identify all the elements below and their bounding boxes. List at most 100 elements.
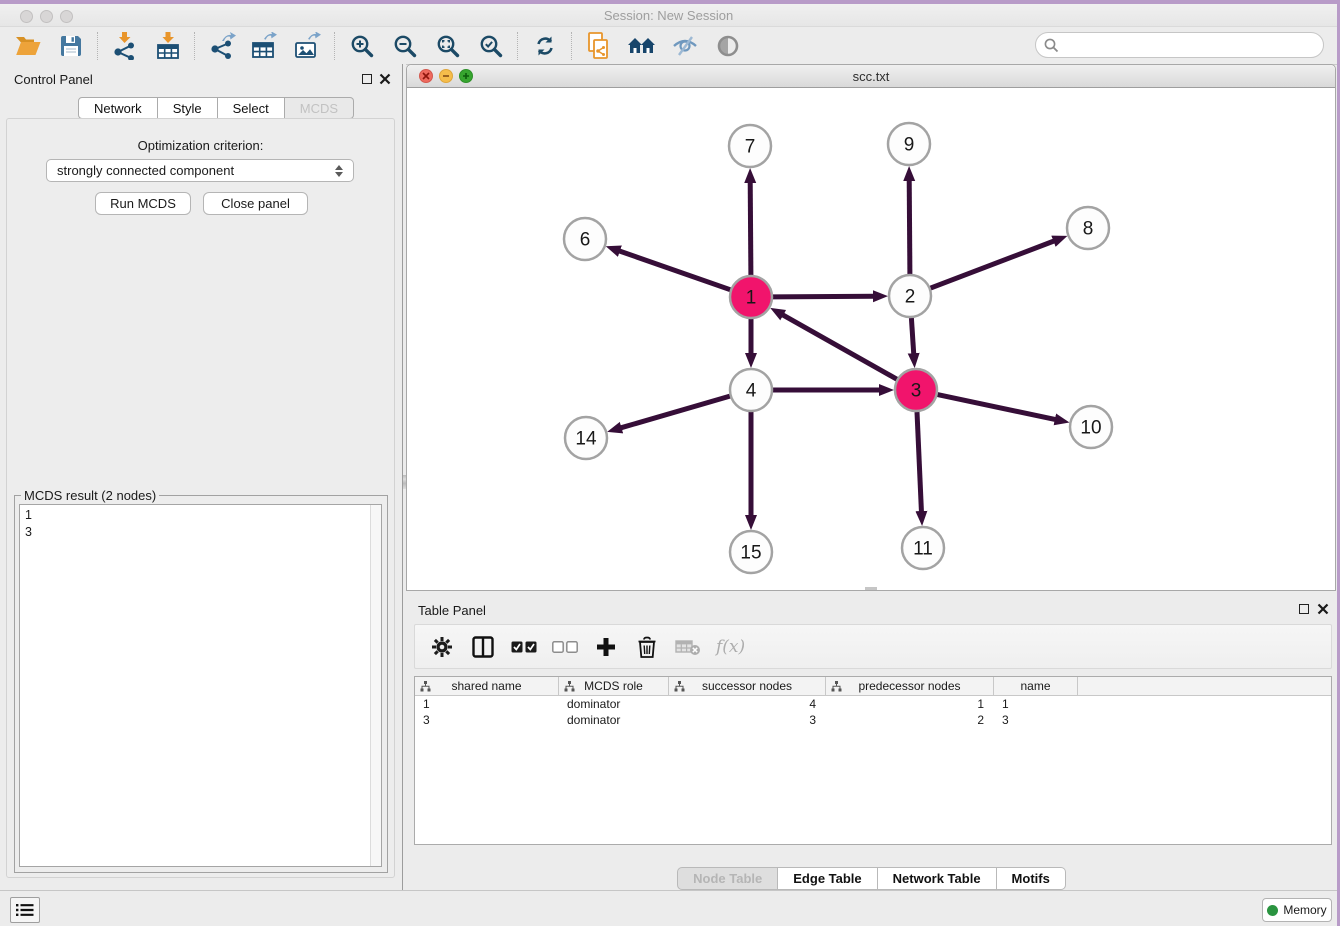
column-header-successor-nodes[interactable]: successor nodes	[669, 677, 826, 695]
select-all-icon[interactable]	[511, 634, 537, 660]
table-row[interactable]: 1dominator411	[415, 696, 1331, 712]
refresh-icon[interactable]	[523, 30, 566, 62]
graph-node-6[interactable]: 6	[564, 218, 606, 260]
export-table-icon[interactable]	[243, 30, 286, 62]
graph-edge-2-8[interactable]	[931, 241, 1056, 289]
graph-edge-1-2[interactable]	[773, 296, 875, 297]
graph-edge-3-11[interactable]	[917, 412, 922, 513]
tab-motifs[interactable]: Motifs	[997, 867, 1066, 890]
result-scrollbar[interactable]	[370, 505, 381, 866]
table-cell: 3	[669, 712, 826, 728]
zoom-selected-icon[interactable]	[469, 30, 512, 62]
mcds-panel: Optimization criterion: strongly connect…	[6, 118, 395, 878]
graph-edge-1-7[interactable]	[750, 181, 751, 275]
graph-edge-4-14[interactable]	[620, 396, 730, 428]
tab-network-table[interactable]: Network Table	[878, 867, 997, 890]
tab-node-table[interactable]: Node Table	[677, 867, 778, 890]
app-window: Session: New Session	[0, 4, 1337, 926]
graph-node-8[interactable]: 8	[1067, 207, 1109, 249]
memory-button[interactable]: Memory	[1262, 898, 1332, 922]
graph-node-10[interactable]: 10	[1070, 406, 1112, 448]
table-header-row: shared nameMCDS rolesuccessor nodesprede…	[415, 677, 1331, 696]
delete-table-icon[interactable]	[675, 634, 701, 660]
column-header-predecessor-nodes[interactable]: predecessor nodes	[826, 677, 994, 695]
memory-status-icon	[1267, 905, 1278, 916]
graph-node-15[interactable]: 15	[730, 531, 772, 573]
svg-text:9: 9	[904, 135, 915, 156]
column-header-shared-name[interactable]: shared name	[415, 677, 559, 695]
graph-node-14[interactable]: 14	[565, 417, 607, 459]
graph-edge-3-1[interactable]	[782, 314, 897, 379]
svg-text:10: 10	[1080, 418, 1101, 439]
run-mcds-button[interactable]: Run MCDS	[95, 192, 191, 215]
graph-node-9[interactable]: 9	[888, 123, 930, 165]
search-field[interactable]	[1035, 32, 1324, 58]
tab-network[interactable]: Network	[78, 97, 158, 119]
import-table-icon[interactable]	[146, 30, 189, 62]
table-cell: 3	[994, 712, 1078, 728]
network-titlebar[interactable]: scc.txt	[407, 65, 1335, 88]
graph-edge-1-6[interactable]	[618, 251, 730, 290]
graph-edge-3-10[interactable]	[938, 395, 1057, 420]
graph-node-3[interactable]: 3	[895, 369, 937, 411]
table-cell: 1	[994, 696, 1078, 712]
graph-node-1[interactable]: 1	[730, 276, 772, 318]
show-graphics-icon[interactable]	[706, 30, 749, 62]
function-builder-icon[interactable]: f(x)	[716, 637, 745, 657]
svg-text:6: 6	[580, 230, 591, 251]
add-column-icon[interactable]	[593, 634, 619, 660]
table-cell: 1	[415, 696, 559, 712]
criterion-select[interactable]: strongly connected component	[46, 159, 354, 182]
graph-node-2[interactable]: 2	[889, 275, 931, 317]
graph-edge-2-9[interactable]	[909, 179, 910, 274]
tab-edge-table[interactable]: Edge Table	[778, 867, 877, 890]
open-folder-icon[interactable]	[6, 30, 49, 62]
column-header-mcds-role[interactable]: MCDS role	[559, 677, 669, 695]
criterion-value: strongly connected component	[57, 163, 234, 178]
control-panel: Control Panel NetworkStyleSelectMCDS Opt…	[0, 64, 402, 890]
mcds-result-area[interactable]: 1 3	[19, 504, 382, 867]
mcds-result-text: 1 3	[20, 505, 369, 866]
import-network-icon[interactable]	[103, 30, 146, 62]
search-input[interactable]	[1065, 37, 1315, 54]
tab-mcds[interactable]: MCDS	[285, 97, 354, 119]
home-view-icon[interactable]	[620, 30, 663, 62]
horizontal-splitter-grip[interactable]	[865, 587, 877, 590]
zoom-out-icon[interactable]	[383, 30, 426, 62]
export-network-icon[interactable]	[200, 30, 243, 62]
clone-network-icon[interactable]	[577, 30, 620, 62]
graph-node-11[interactable]: 11	[902, 527, 944, 569]
export-image-icon[interactable]	[286, 30, 329, 62]
close-panel-button[interactable]: Close panel	[203, 192, 308, 215]
network-canvas[interactable]: 1 2 3 4 6 7 8 9 10 11 14 15	[407, 88, 1335, 590]
table-panel: Table Panel f(x)	[406, 595, 1337, 890]
close-panel-icon[interactable]	[379, 73, 391, 85]
table-cell: 2	[826, 712, 994, 728]
close-table-panel-icon[interactable]	[1317, 603, 1329, 615]
settings-gear-icon[interactable]	[429, 634, 455, 660]
network-title: scc.txt	[407, 69, 1335, 84]
delete-column-icon[interactable]	[634, 634, 660, 660]
zoom-fit-icon[interactable]	[426, 30, 469, 62]
column-layout-icon[interactable]	[470, 634, 496, 660]
tab-style[interactable]: Style	[158, 97, 218, 119]
zoom-in-icon[interactable]	[340, 30, 383, 62]
graph-node-7[interactable]: 7	[729, 125, 771, 167]
graph-edge-2-3[interactable]	[911, 318, 913, 355]
status-bar: Memory	[0, 890, 1337, 926]
toolbar-separator	[97, 32, 98, 60]
toolbar-separator	[194, 32, 195, 60]
graph-node-4[interactable]: 4	[730, 369, 772, 411]
table-panel-title: Table Panel	[418, 603, 486, 618]
save-icon[interactable]	[49, 30, 92, 62]
table-row[interactable]: 3dominator323	[415, 712, 1331, 728]
task-history-button[interactable]	[10, 897, 40, 923]
deselect-all-icon[interactable]	[552, 634, 578, 660]
float-panel-icon[interactable]	[362, 74, 372, 84]
hide-details-icon[interactable]	[663, 30, 706, 62]
float-table-panel-icon[interactable]	[1299, 604, 1309, 614]
svg-text:15: 15	[740, 543, 761, 564]
tab-select[interactable]: Select	[218, 97, 285, 119]
column-header-name[interactable]: name	[994, 677, 1078, 695]
network-graph[interactable]: 1 2 3 4 6 7 8 9 10 11 14 15	[407, 88, 1335, 590]
